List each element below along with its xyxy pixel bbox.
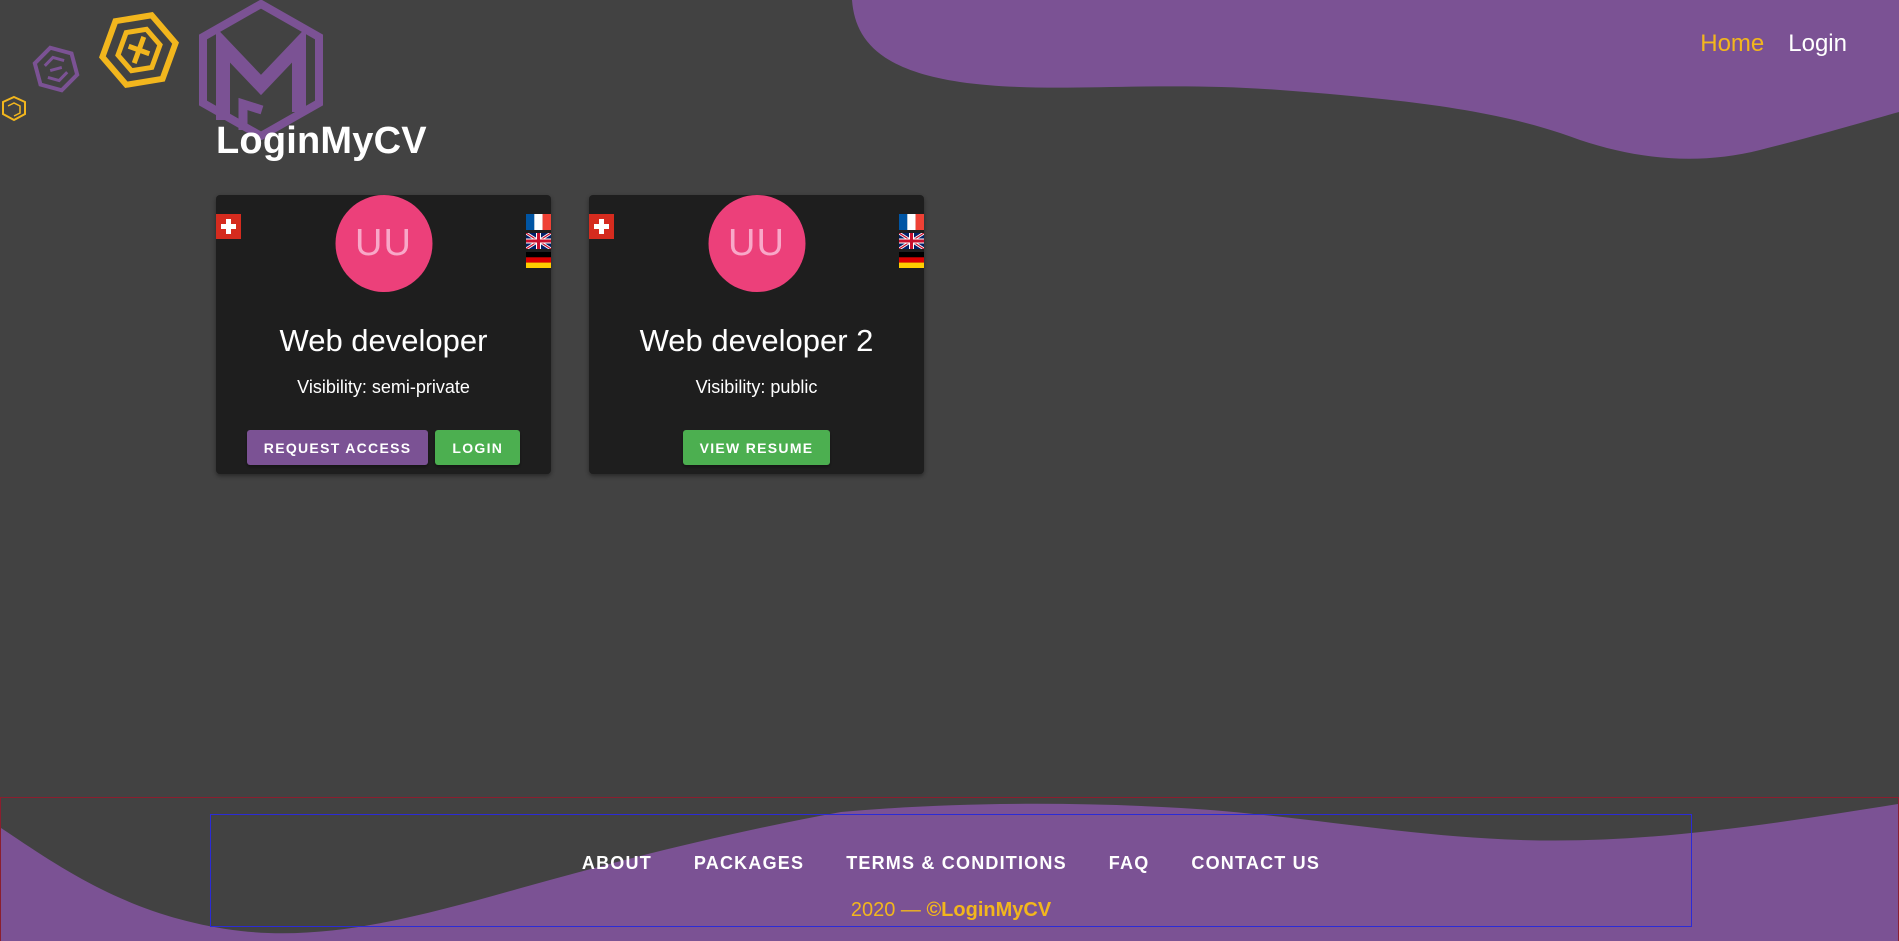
- logo-small-yellow-icon: [2, 95, 26, 122]
- nav-login-link[interactable]: Login: [1788, 30, 1847, 58]
- card-title: Web developer: [279, 323, 488, 358]
- request-access-button[interactable]: REQUEST ACCESS: [246, 430, 429, 465]
- login-button[interactable]: LOGIN: [435, 430, 521, 465]
- logo-small-purple-icon: [32, 45, 80, 93]
- footer-link-about[interactable]: ABOUT: [561, 853, 673, 874]
- logo-large-purple-icon: [199, 0, 323, 140]
- logo-yellow-icon: [99, 11, 179, 89]
- footer-link-faq[interactable]: FAQ: [1088, 853, 1171, 874]
- swiss-flag-icon: [589, 214, 614, 239]
- german-flag-icon: [526, 252, 551, 268]
- french-flag-icon: [899, 214, 924, 230]
- visibility-label: Visibility: semi-private: [297, 377, 470, 397]
- logo-cluster: [2, 0, 323, 140]
- copyright: 2020 — ©LoginMyCV: [211, 899, 1691, 922]
- top-nav: Home Login: [1700, 30, 1847, 58]
- footer: ABOUT PACKAGES TERMS & CONDITIONS FAQ CO…: [0, 797, 1899, 941]
- copyright-brand: ©LoginMyCV: [926, 899, 1052, 921]
- view-resume-button[interactable]: VIEW RESUME: [682, 430, 831, 465]
- uk-flag-icon: [526, 233, 551, 249]
- card-actions: REQUEST ACCESS LOGIN: [216, 430, 551, 465]
- swiss-flag-icon: [216, 214, 241, 239]
- resume-card: UU Web developer 2 Visibility: public VI…: [589, 195, 924, 474]
- copyright-year: 2020 —: [850, 899, 927, 921]
- page: Home Login LoginMyCV UU Web developer Vi…: [0, 0, 1899, 941]
- language-flags: [899, 214, 924, 268]
- page-title: LoginMyCV: [216, 120, 427, 162]
- avatar: UU: [335, 195, 432, 292]
- french-flag-icon: [526, 214, 551, 230]
- uk-flag-icon: [899, 233, 924, 249]
- nav-home-link[interactable]: Home: [1700, 30, 1764, 58]
- card-title: Web developer 2: [639, 323, 874, 358]
- resume-card: UU Web developer Visibility: semi-privat…: [216, 195, 551, 474]
- german-flag-icon: [899, 252, 924, 268]
- footer-link-packages[interactable]: PACKAGES: [673, 853, 825, 874]
- footer-content: ABOUT PACKAGES TERMS & CONDITIONS FAQ CO…: [210, 814, 1692, 927]
- avatar: UU: [708, 195, 805, 292]
- footer-link-terms[interactable]: TERMS & CONDITIONS: [825, 853, 1088, 874]
- card-actions: VIEW RESUME: [589, 430, 924, 465]
- footer-link-contact[interactable]: CONTACT US: [1170, 853, 1341, 874]
- visibility-label: Visibility: public: [695, 377, 818, 397]
- language-flags: [526, 214, 551, 268]
- footer-links: ABOUT PACKAGES TERMS & CONDITIONS FAQ CO…: [211, 853, 1691, 874]
